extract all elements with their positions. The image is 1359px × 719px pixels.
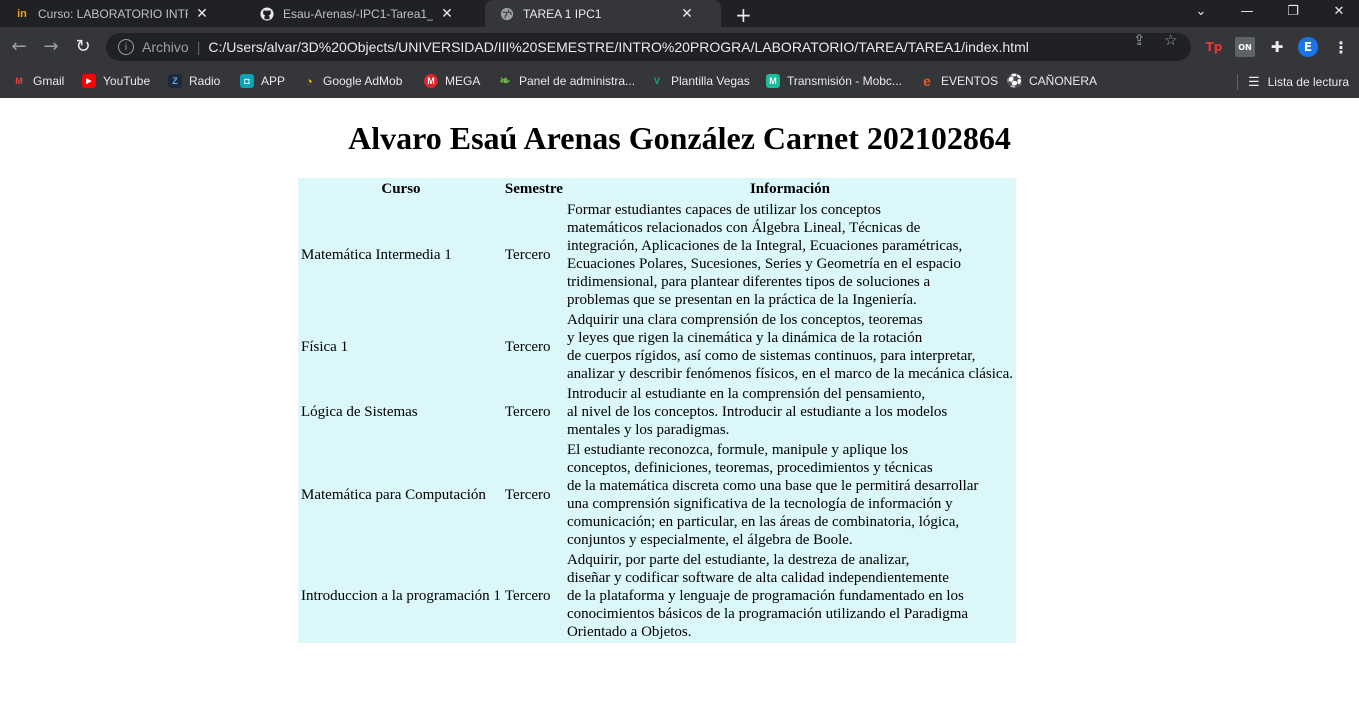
forward-arrow-icon[interactable]: → bbox=[40, 36, 62, 57]
minimize-icon[interactable]: — bbox=[1224, 0, 1270, 22]
bookmark-label: Transmisión - Mobc... bbox=[787, 74, 902, 88]
info-icon[interactable]: i bbox=[118, 39, 134, 55]
address-separator: | bbox=[196, 39, 201, 55]
tab-tarea-1-ipc1[interactable]: TAREA 1 IPC1 ✕ bbox=[485, 0, 721, 27]
restore-icon[interactable]: ❐ bbox=[1270, 0, 1316, 22]
bookmark-label: Google AdMob bbox=[323, 74, 403, 88]
bookmark-app[interactable]: ◘ APP bbox=[240, 74, 285, 88]
browser-toolbar: ← → ↻ i Archivo | C:/Users/alvar/3D%20Ob… bbox=[0, 27, 1359, 67]
avatar[interactable]: E bbox=[1298, 37, 1318, 57]
tab-curso-laboratorio[interactable]: in Curso: LABORATORIO INTRODUCCI ✕ bbox=[0, 0, 240, 27]
tp-extension-icon[interactable]: Tp bbox=[1204, 37, 1224, 57]
extension-icon[interactable]: ON bbox=[1235, 37, 1255, 57]
reading-list-icon: ☰ bbox=[1236, 74, 1260, 90]
reload-icon[interactable]: ↻ bbox=[72, 36, 94, 57]
puzzle-icon[interactable]: ✚ bbox=[1267, 37, 1287, 57]
bookmark-label: Plantilla Vegas bbox=[671, 74, 750, 88]
kebab-menu-icon[interactable]: ⋮ bbox=[1331, 37, 1351, 57]
bookmark-label: Radio bbox=[189, 74, 221, 88]
bookmark-radio[interactable]: Z Radio bbox=[168, 74, 220, 88]
address-bar[interactable]: i Archivo | C:/Users/alvar/3D%20Objects/… bbox=[106, 33, 1191, 61]
admob-icon: ◔ bbox=[305, 73, 313, 89]
globe-icon bbox=[499, 6, 515, 22]
table-row: Introduccion a la programación 1 Tercero… bbox=[300, 551, 1014, 641]
window-close-icon[interactable]: ✕ bbox=[1316, 0, 1359, 22]
cell-semestre: Tercero bbox=[504, 487, 551, 503]
cell-informacion: El estudiante reconozca, formule, manipu… bbox=[566, 442, 979, 548]
bookmark-label: EVENTOS bbox=[941, 74, 999, 88]
share-icon[interactable]: ⇪ bbox=[1133, 31, 1146, 49]
browser-chrome: in Curso: LABORATORIO INTRODUCCI ✕ Esau-… bbox=[0, 0, 1359, 98]
table-header-row: Curso Semestre Información bbox=[300, 180, 1014, 199]
youtube-icon: ▶ bbox=[82, 74, 96, 88]
cell-curso: Lógica de Sistemas bbox=[301, 404, 418, 420]
reading-list-button[interactable]: ☰ Lista de lectura bbox=[1236, 74, 1349, 90]
header-semestre: Semestre bbox=[504, 181, 563, 197]
tab-strip: in Curso: LABORATORIO INTRODUCCI ✕ Esau-… bbox=[0, 0, 1359, 27]
tab-github-repo[interactable]: Esau-Arenas/-IPC1-Tarea1_202102864 ✕ bbox=[245, 0, 481, 27]
bookmarks-bar: M Gmail ▶ YouTube Z Radio ◘ APP ◔ Google… bbox=[0, 67, 1359, 98]
tab-title: Esau-Arenas/-IPC1-Tarea1_202102864 bbox=[283, 6, 433, 21]
courses-table: Curso Semestre Información Matemática In… bbox=[298, 178, 1016, 643]
bookmark-star-icon[interactable]: ☆ bbox=[1164, 31, 1177, 49]
address-scheme-label: Archivo bbox=[142, 39, 189, 55]
cell-curso: Matemática para Computación bbox=[301, 487, 486, 503]
bookmark-label: Gmail bbox=[33, 74, 65, 88]
bookmark-plantilla-vegas[interactable]: V Plantilla Vegas bbox=[650, 74, 750, 88]
soccer-ball-icon: ⚽ bbox=[1006, 73, 1024, 88]
table-row: Lógica de Sistemas Tercero Introducir al… bbox=[300, 385, 1014, 439]
cell-informacion: Introducir al estudiante en la comprensi… bbox=[566, 386, 948, 438]
cell-curso: Introduccion a la programación 1 bbox=[301, 588, 501, 604]
bookmark-label: Panel de administra... bbox=[519, 74, 636, 88]
bookmark-label: APP bbox=[261, 74, 286, 88]
close-icon[interactable]: ✕ bbox=[194, 5, 210, 22]
cell-semestre: Tercero bbox=[504, 404, 551, 420]
cell-informacion: Adquirir, por parte del estudiante, la d… bbox=[566, 552, 969, 640]
bookmark-google-admob[interactable]: ◔ Google AdMob bbox=[302, 73, 403, 89]
address-url[interactable]: C:/Users/alvar/3D%20Objects/UNIVERSIDAD/… bbox=[208, 39, 1029, 55]
mega-icon: M bbox=[424, 74, 438, 88]
gmail-icon: M bbox=[15, 76, 23, 86]
close-icon[interactable]: ✕ bbox=[439, 5, 455, 22]
bookmark-mega[interactable]: M MEGA bbox=[424, 74, 480, 88]
table-row: Matemática para Computación Tercero El e… bbox=[300, 441, 1014, 549]
bookmark-transmision[interactable]: M Transmisión - Mobc... bbox=[766, 74, 902, 88]
reading-list-label: Lista de lectura bbox=[1267, 75, 1349, 89]
cell-informacion: Formar estudiantes capaces de utilizar l… bbox=[566, 202, 963, 308]
bookmark-youtube[interactable]: ▶ YouTube bbox=[82, 74, 150, 88]
tab-search-chevron-icon[interactable]: ⌄ bbox=[1178, 0, 1224, 22]
cell-semestre: Tercero bbox=[504, 339, 551, 355]
bookmark-eventos[interactable]: e EVENTOS bbox=[920, 73, 999, 89]
vegas-icon: V bbox=[653, 76, 660, 86]
table-row: Física 1 Tercero Adquirir una clara comp… bbox=[300, 311, 1014, 383]
page-title: Alvaro Esaú Arenas González Carnet 20210… bbox=[348, 120, 1011, 156]
back-arrow-icon[interactable]: ← bbox=[8, 36, 30, 57]
header-curso: Curso bbox=[381, 181, 421, 197]
bookmark-label: CAÑONERA bbox=[1029, 74, 1098, 88]
radio-icon: Z bbox=[168, 74, 182, 88]
cell-informacion: Adquirir una clara comprensión de los co… bbox=[566, 312, 1013, 382]
cell-semestre: Tercero bbox=[504, 247, 551, 263]
cell-curso: Matemática Intermedia 1 bbox=[301, 247, 452, 263]
bookmark-label: MEGA bbox=[445, 74, 481, 88]
bookmark-panel-administracion[interactable]: ❧ Panel de administra... bbox=[498, 73, 636, 88]
github-icon bbox=[259, 6, 275, 22]
mobcrush-icon: M bbox=[766, 74, 780, 88]
header-informacion: Información bbox=[749, 181, 830, 197]
bookmark-label: YouTube bbox=[103, 74, 151, 88]
tab-title: TAREA 1 IPC1 bbox=[523, 6, 602, 21]
close-icon[interactable]: ✕ bbox=[679, 5, 695, 22]
in-favicon-icon: in bbox=[17, 7, 27, 20]
app-icon: ◘ bbox=[240, 74, 254, 88]
bookmark-gmail[interactable]: M Gmail bbox=[12, 74, 64, 88]
eventos-icon: e bbox=[923, 73, 931, 89]
tab-title: Curso: LABORATORIO INTRODUCCI bbox=[38, 6, 188, 21]
table-row: Matemática Intermedia 1 Tercero Formar e… bbox=[300, 201, 1014, 309]
bookmark-canonera[interactable]: ⚽ CAÑONERA bbox=[1006, 73, 1098, 88]
page-content: Alvaro Esaú Arenas González Carnet 20210… bbox=[0, 98, 1359, 719]
cell-curso: Física 1 bbox=[301, 339, 349, 355]
leaf-icon: ❧ bbox=[499, 73, 511, 88]
new-tab-button[interactable]: + bbox=[735, 3, 752, 27]
cell-semestre: Tercero bbox=[504, 588, 551, 604]
